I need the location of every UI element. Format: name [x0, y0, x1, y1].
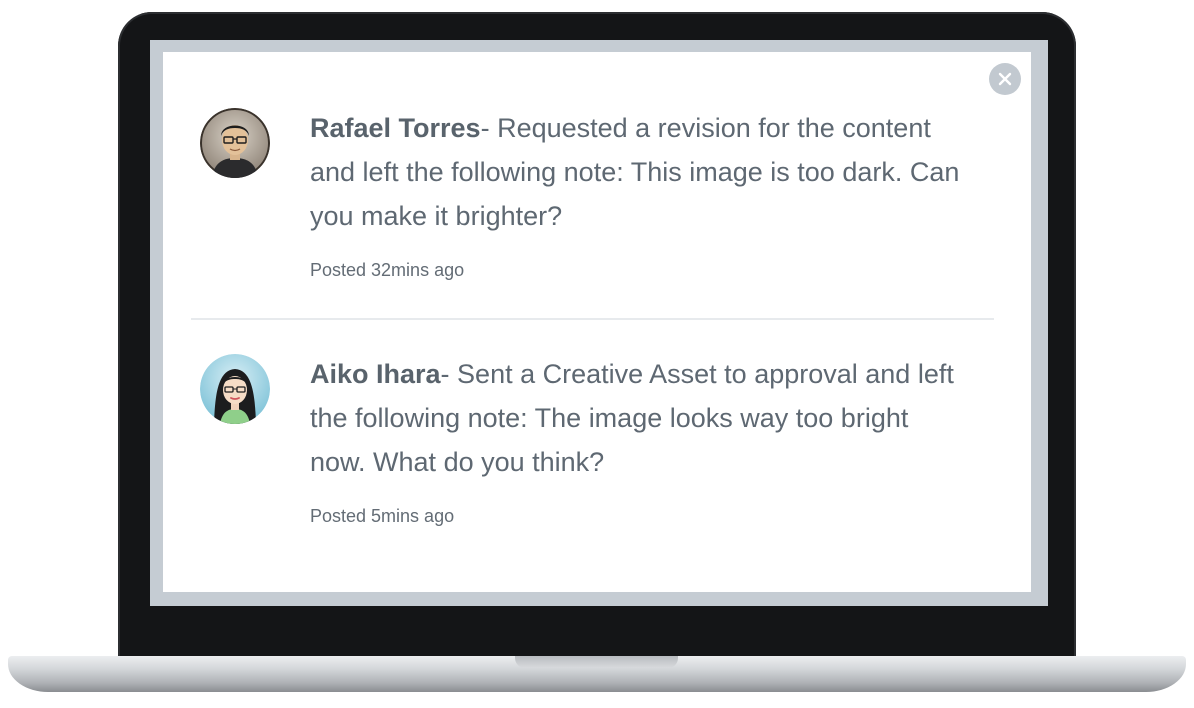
notification-author[interactable]: Aiko Ihara — [310, 359, 441, 389]
male-avatar-icon — [200, 108, 270, 178]
notification-message: Rafael Torres- Requested a revision for … — [310, 106, 970, 238]
notification-message: Aiko Ihara- Sent a Creative Asset to app… — [310, 352, 970, 484]
notification-author[interactable]: Rafael Torres — [310, 113, 481, 143]
notification-body: Aiko Ihara- Sent a Creative Asset to app… — [310, 352, 970, 527]
notification-timestamp: Posted 32mins ago — [310, 260, 465, 280]
close-button[interactable] — [989, 63, 1021, 95]
notification-timestamp: Posted 5mins ago — [310, 506, 455, 526]
female-avatar-icon — [200, 354, 270, 424]
close-icon — [998, 72, 1012, 86]
avatar — [200, 354, 270, 424]
laptop-notch — [515, 656, 678, 668]
avatar — [200, 108, 270, 178]
laptop-mockup: Rafael Torres- Requested a revision for … — [0, 0, 1194, 708]
divider — [191, 318, 994, 320]
notification-body: Rafael Torres- Requested a revision for … — [310, 106, 970, 281]
